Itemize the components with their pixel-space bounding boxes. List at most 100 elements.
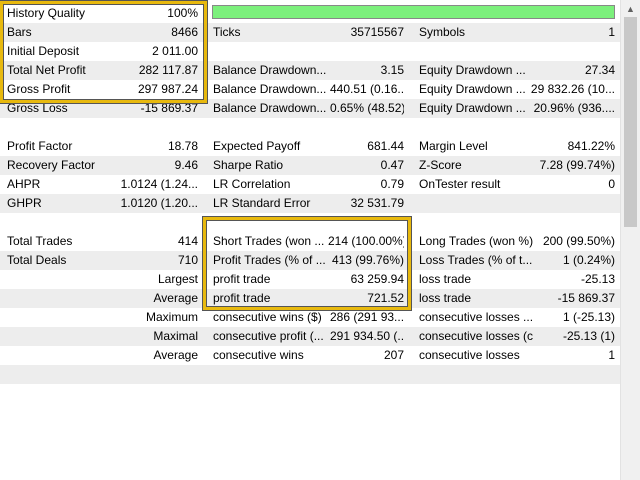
maximal-consecutive-profit-label: consecutive profit (... [213, 329, 324, 343]
table-row: Average consecutive wins 207 consecutive lo… [0, 346, 620, 365]
short-trades-value: 214 (100.00%) [328, 234, 404, 248]
gross-loss-label: Gross Loss [7, 101, 68, 115]
average-consecutive-label: Average [153, 348, 198, 362]
sharpe-ratio-label: Sharpe Ratio [213, 158, 284, 172]
symbols-label: Symbols [419, 25, 466, 39]
initial-deposit-label: Initial Deposit [7, 44, 80, 58]
progress-fill [213, 6, 614, 18]
z-score-value: 7.28 (99.74%) [539, 158, 615, 172]
gross-profit-label: Gross Profit [7, 82, 71, 96]
max-consecutive-wins-value: 286 (291 93... [330, 310, 404, 324]
balance-drawdown-max-label: Balance Drawdown... [213, 82, 327, 96]
average-loss-trade-value: -15 869.37 [557, 291, 615, 305]
maximum-label: Maximum [145, 310, 198, 324]
profit-factor-label: Profit Factor [7, 139, 73, 153]
balance-drawdown-abs-label: Balance Drawdown... [213, 63, 327, 77]
equity-drawdown-max-label: Equity Drawdown ... [419, 82, 526, 96]
ahpr-label: AHPR [7, 177, 41, 191]
max-consecutive-losses-label: consecutive losses ... [419, 310, 534, 324]
balance-drawdown-abs-value: 3.15 [380, 63, 404, 77]
balance-drawdown-rel-label: Balance Drawdown... [213, 101, 327, 115]
gross-loss-value: -15 869.37 [140, 101, 198, 115]
average-profit-trade-label: profit trade [213, 291, 271, 305]
history-quality-progress-bar [212, 5, 615, 19]
total-net-profit-value: 282 117.87 [138, 63, 198, 77]
recovery-factor-label: Recovery Factor [7, 158, 96, 172]
average-profit-trade-value: 721.52 [367, 291, 404, 305]
table-row [0, 213, 620, 232]
scroll-up-arrow-icon[interactable]: ▲ [621, 0, 640, 17]
table-row: GHPR 1.0120 (1.20... LR Standard Error 32 5… [0, 194, 620, 213]
max-consecutive-wins-label: consecutive wins ($) [213, 310, 322, 324]
maximal-label: Maximal [153, 329, 198, 343]
total-deals-label: Total Deals [7, 253, 67, 267]
ghpr-label: GHPR [7, 196, 42, 210]
bars-value: 8466 [171, 25, 198, 39]
sharpe-ratio-value: 0.47 [380, 158, 404, 172]
lr-standard-error-value: 32 531.79 [350, 196, 404, 210]
margin-level-label: Margin Level [419, 139, 488, 153]
table-row: Average profit trade 721.52 loss trade -15 8… [0, 289, 620, 308]
symbols-value: 1 [608, 25, 615, 39]
history-quality-value: 100% [167, 6, 198, 20]
ahpr-value: 1.0124 (1.24... [120, 177, 198, 191]
lr-standard-error-label: LR Standard Error [213, 196, 311, 210]
largest-label: Largest [157, 272, 198, 286]
table-row: Total Trades 414 Short Trades (won ... 214 … [0, 232, 620, 251]
profit-trades-label: Profit Trades (% of ... [213, 253, 326, 267]
total-deals-value: 710 [177, 253, 198, 267]
profit-trades-value: 413 (99.76%) [331, 253, 404, 267]
expected-payoff-value: 681.44 [367, 139, 404, 153]
table-row: Profit Factor 18.78 Expected Payoff 681.44 M… [0, 137, 620, 156]
table-row: Bars 8466 Ticks 35715567 Symbols 1 [0, 23, 620, 42]
table-row: AHPR 1.0124 (1.24... LR Correlation 0.79 OnT… [0, 175, 620, 194]
loss-trades-label: Loss Trades (% of t... [419, 253, 533, 267]
average-consecutive-wins-value: 207 [383, 348, 404, 362]
lr-correlation-value: 0.79 [380, 177, 404, 191]
bars-label: Bars [7, 25, 32, 39]
table-row: Maximal consecutive profit (... 291 934.50… [0, 327, 620, 346]
largest-loss-trade-value: -25.13 [580, 272, 615, 286]
total-net-profit-label: Total Net Profit [7, 63, 86, 77]
loss-trades-value: 1 (0.24%) [562, 253, 615, 267]
table-row: Recovery Factor 9.46 Sharpe Ratio 0.47 Z-Sco… [0, 156, 620, 175]
table-row: Largest profit trade 63 259.94 loss trade -2… [0, 270, 620, 289]
equity-drawdown-rel-label: Equity Drawdown ... [419, 101, 526, 115]
balance-drawdown-max-value: 440.51 (0.16... [330, 82, 404, 96]
scrollbar-thumb[interactable] [624, 17, 637, 227]
long-trades-label: Long Trades (won %) [419, 234, 534, 248]
margin-level-value: 841.22% [567, 139, 615, 153]
table-row: Total Net Profit 282 117.87 Balance Drawdo… [0, 61, 620, 80]
largest-profit-trade-value: 63 259.94 [350, 272, 404, 286]
average-loss-trade-label: loss trade [419, 291, 472, 305]
short-trades-label: Short Trades (won ... [213, 234, 325, 248]
balance-drawdown-rel-value: 0.65% (48.52) [330, 101, 404, 115]
z-score-label: Z-Score [419, 158, 462, 172]
maximal-consecutive-profit-value: 291 934.50 (... [330, 329, 404, 343]
table-row: Total Deals 710 Profit Trades (% of ... 413… [0, 251, 620, 270]
largest-loss-trade-label: loss trade [419, 272, 472, 286]
backtest-report-table: History Quality 100% Bars 8466 Ticks 35715567… [0, 0, 620, 480]
ontester-result-label: OnTester result [419, 177, 501, 191]
average-consecutive-losses-label: consecutive losses [419, 348, 520, 362]
equity-drawdown-abs-value: 27.34 [584, 63, 615, 77]
recovery-factor-value: 9.46 [174, 158, 198, 172]
vertical-scrollbar[interactable]: ▲ [620, 0, 640, 480]
table-row [0, 365, 620, 384]
ghpr-value: 1.0120 (1.20... [120, 196, 198, 210]
ticks-label: Ticks [213, 25, 241, 39]
average-label: Average [153, 291, 198, 305]
profit-factor-value: 18.78 [167, 139, 198, 153]
total-trades-value: 414 [177, 234, 198, 248]
equity-drawdown-abs-label: Equity Drawdown ... [419, 63, 526, 77]
maximal-consecutive-losses-label: consecutive losses (c... [419, 329, 534, 343]
table-row: Initial Deposit 2 011.00 [0, 42, 620, 61]
maximal-consecutive-losses-value: -25.13 (1) [562, 329, 615, 343]
long-trades-value: 200 (99.50%) [542, 234, 615, 248]
initial-deposit-value: 2 011.00 [152, 44, 198, 58]
max-consecutive-losses-value: 1 (-25.13) [562, 310, 615, 324]
average-consecutive-wins-label: consecutive wins [213, 348, 304, 362]
table-row: Gross Loss -15 869.37 Balance Drawdown... 0… [0, 99, 620, 118]
expected-payoff-label: Expected Payoff [213, 139, 301, 153]
table-row [0, 118, 620, 137]
